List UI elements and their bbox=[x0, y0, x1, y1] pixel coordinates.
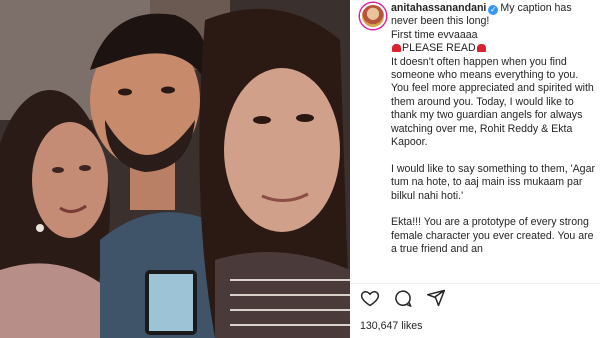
paper-plane-icon[interactable] bbox=[426, 288, 446, 308]
selfie-photo-illustration bbox=[0, 0, 350, 338]
divider bbox=[350, 283, 600, 284]
post-actions bbox=[360, 288, 446, 308]
instagram-post: anitahassanandani ✓ My caption has never b… bbox=[0, 0, 600, 338]
verified-badge-icon: ✓ bbox=[488, 5, 499, 15]
caption-first-line: anitahassanandani ✓ My caption has never b… bbox=[391, 2, 598, 29]
caption-text: anitahassanandani ✓ My caption has never b… bbox=[391, 2, 598, 257]
caption-area: anitahassanandani ✓ My caption has never b… bbox=[358, 0, 598, 283]
post-side-panel: anitahassanandani ✓ My caption has never b… bbox=[350, 0, 600, 338]
siren-icon bbox=[392, 44, 401, 53]
heart-icon[interactable] bbox=[360, 288, 380, 308]
post-photo[interactable] bbox=[0, 0, 350, 338]
caption-line-5: I would like to say something to them, '… bbox=[391, 162, 598, 202]
avatar[interactable] bbox=[360, 3, 386, 29]
caption-line-7: Ekta!!! You are a prototype of every str… bbox=[391, 216, 597, 256]
caption-header: anitahassanandani ✓ My caption has never b… bbox=[358, 0, 598, 257]
caption-line-3: It doesn't often happen when you find so… bbox=[391, 55, 597, 149]
caption-line-1: First time evvaaaa bbox=[391, 28, 478, 41]
siren-icon bbox=[476, 44, 486, 53]
caption-line-2: PLEASE READ bbox=[391, 42, 598, 55]
comment-icon[interactable] bbox=[393, 288, 413, 308]
caption-please-read: PLEASE READ bbox=[402, 42, 476, 55]
username-link[interactable]: anitahassanandani bbox=[391, 2, 486, 14]
likes-count[interactable]: 130,647 likes bbox=[360, 320, 422, 332]
